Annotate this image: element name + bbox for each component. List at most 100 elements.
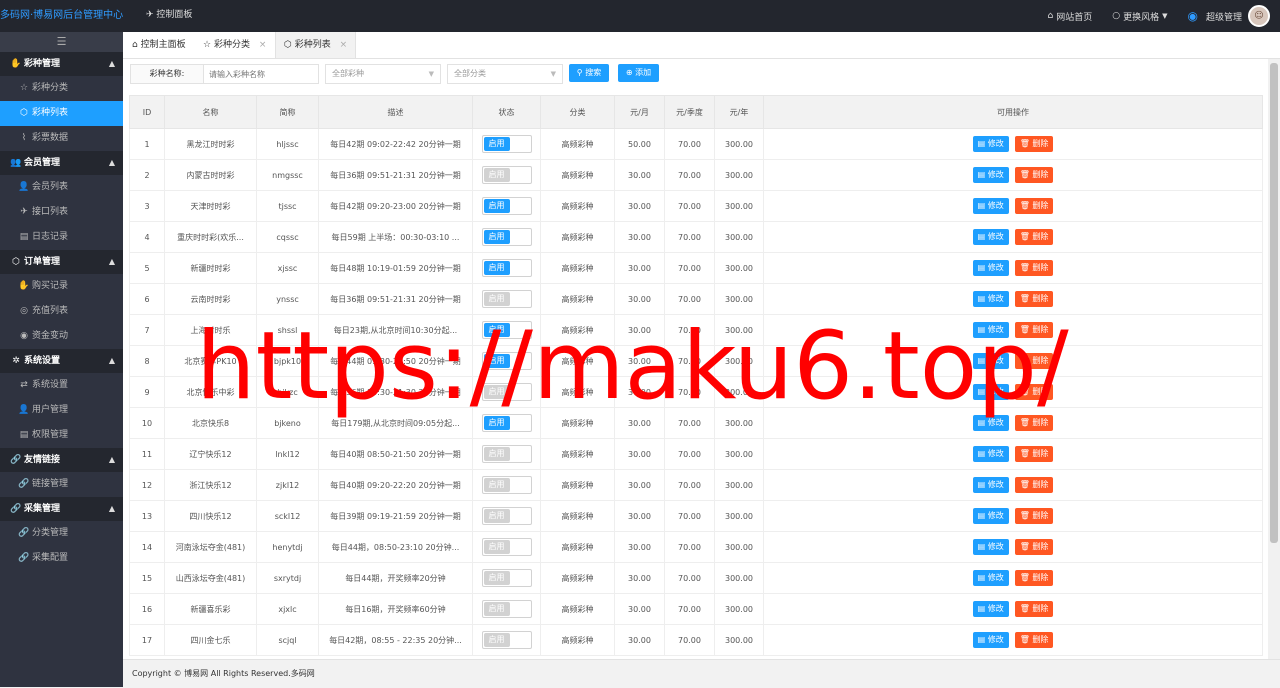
status-toggle[interactable]: 启用 — [482, 259, 532, 277]
cell-name: 河南泳坛夺金(481) — [165, 532, 257, 563]
sidebar-group-links[interactable]: 🔗友情链接▲ — [0, 448, 123, 472]
status-toggle[interactable]: 启用 — [482, 476, 532, 494]
sidebar-item-user-management[interactable]: 👤用户管理 — [0, 398, 123, 423]
status-toggle[interactable]: 启用 — [482, 538, 532, 556]
sidebar-item-lottery-category[interactable]: ☆彩种分类 — [0, 76, 123, 101]
sidebar-item-lottery-list[interactable]: ⬡彩种列表 — [0, 101, 123, 126]
sidebar-item-logs[interactable]: ▤日志记录 — [0, 225, 123, 250]
control-panel-link[interactable]: ✈ 控制面板 — [146, 0, 192, 32]
col-header[interactable]: 分类 — [541, 96, 615, 129]
sidebar-group-collect[interactable]: 🔗采集管理▲ — [0, 497, 123, 521]
sidebar-item-lottery-data[interactable]: ⌇彩票数据 — [0, 126, 123, 151]
add-button[interactable]: ⊕ 添加 — [618, 64, 659, 82]
status-toggle[interactable]: 启用 — [482, 445, 532, 463]
status-toggle[interactable]: 启用 — [482, 290, 532, 308]
sidebar-item-member-list[interactable]: 👤会员列表 — [0, 175, 123, 200]
delete-label: 删除 — [1032, 201, 1048, 210]
edit-button[interactable]: ▤ 修改 — [973, 260, 1009, 276]
sidebar-item-fund-changes[interactable]: ◉资金变动 — [0, 324, 123, 349]
col-header[interactable]: 元/季度 — [665, 96, 715, 129]
status-toggle[interactable]: 启用 — [482, 631, 532, 649]
edit-button[interactable]: ▤ 修改 — [973, 136, 1009, 152]
edit-button[interactable]: ▤ 修改 — [973, 601, 1009, 617]
col-header[interactable]: 元/年 — [715, 96, 764, 129]
sidebar-group-lottery[interactable]: ✋彩种管理▲ — [0, 52, 123, 76]
lottery-select[interactable]: 全部彩种 ▼ — [325, 64, 441, 84]
avatar[interactable]: ☺ — [1248, 5, 1270, 27]
status-toggle[interactable]: 启用 — [482, 135, 532, 153]
col-header[interactable]: 描述 — [319, 96, 473, 129]
search-button[interactable]: ⚲ 搜索 — [569, 64, 609, 82]
close-icon[interactable]: × — [340, 40, 348, 50]
edit-button[interactable]: ▤ 修改 — [973, 508, 1009, 524]
tab-lottery-list[interactable]: ⬡ 彩种列表 × — [275, 32, 356, 58]
status-toggle[interactable]: 启用 — [482, 569, 532, 587]
status-toggle[interactable]: 启用 — [482, 166, 532, 184]
lottery-name-input[interactable] — [203, 64, 319, 84]
delete-button[interactable]: 🗑 删除 — [1015, 229, 1054, 245]
edit-button[interactable]: ▤ 修改 — [973, 291, 1009, 307]
status-toggle[interactable]: 启用 — [482, 507, 532, 525]
sidebar-item-purchase-records[interactable]: ✋购买记录 — [0, 274, 123, 299]
edit-button[interactable]: ▤ 修改 — [973, 446, 1009, 462]
edit-button[interactable]: ▤ 修改 — [973, 570, 1009, 586]
user-menu[interactable]: ◉ 超级管理 ☺ — [1188, 5, 1277, 27]
cell-status: 启用 — [473, 284, 541, 315]
delete-button[interactable]: 🗑 删除 — [1015, 632, 1054, 648]
edit-button[interactable]: ▤ 修改 — [973, 477, 1009, 493]
delete-button[interactable]: 🗑 删除 — [1015, 167, 1054, 183]
website-home-link[interactable]: ⌂ 网站首页 — [1048, 10, 1093, 23]
sidebar-item-api-list[interactable]: ✈接口列表 — [0, 200, 123, 225]
edit-button[interactable]: ▤ 修改 — [973, 229, 1009, 245]
sidebar-group-system[interactable]: ✲系统设置▲ — [0, 349, 123, 373]
col-header[interactable]: 状态 — [473, 96, 541, 129]
col-header[interactable]: 可用操作 — [764, 96, 1263, 129]
sidebar-item-recharge-list[interactable]: ◎充值列表 — [0, 299, 123, 324]
col-header[interactable]: ID — [130, 96, 165, 129]
edit-button[interactable]: ▤ 修改 — [973, 632, 1009, 648]
edit-button[interactable]: ▤ 修改 — [973, 167, 1009, 183]
delete-button[interactable]: 🗑 删除 — [1015, 570, 1054, 586]
cell-month: 50.00 — [615, 129, 665, 160]
delete-button[interactable]: 🗑 删除 — [1015, 136, 1054, 152]
vertical-scrollbar[interactable] — [1268, 59, 1280, 659]
sidebar-group-members[interactable]: 👥会员管理▲ — [0, 151, 123, 175]
edit-button[interactable]: ▤ 修改 — [973, 198, 1009, 214]
edit-icon: ▤ — [978, 542, 988, 551]
close-icon[interactable]: × — [259, 40, 267, 50]
delete-button[interactable]: 🗑 删除 — [1015, 446, 1054, 462]
delete-button[interactable]: 🗑 删除 — [1015, 198, 1054, 214]
category-select[interactable]: 全部分类 ▼ — [447, 64, 563, 84]
delete-button[interactable]: 🗑 删除 — [1015, 291, 1054, 307]
brand-title[interactable]: 多码网·博易网后台管理中心 — [0, 0, 123, 32]
cell-quarter: 70.00 — [665, 253, 715, 284]
star-icon: ☆ — [18, 76, 30, 101]
edit-button[interactable]: ▤ 修改 — [973, 539, 1009, 555]
delete-button[interactable]: 🗑 删除 — [1015, 539, 1054, 555]
sidebar-item-category-management[interactable]: 🔗分类管理 — [0, 521, 123, 546]
status-toggle-label: 启用 — [484, 509, 510, 523]
delete-button[interactable]: 🗑 删除 — [1015, 601, 1054, 617]
sidebar-item-link-management[interactable]: 🔗链接管理 — [0, 472, 123, 497]
scrollbar-thumb[interactable] — [1270, 63, 1278, 543]
sidebar-group-orders[interactable]: ⬡订单管理▲ — [0, 250, 123, 274]
delete-button[interactable]: 🗑 删除 — [1015, 477, 1054, 493]
col-header[interactable]: 元/月 — [615, 96, 665, 129]
status-toggle[interactable]: 启用 — [482, 228, 532, 246]
status-toggle[interactable]: 启用 — [482, 197, 532, 215]
sidebar-item-system-settings[interactable]: ⇄系统设置 — [0, 373, 123, 398]
cell-name: 重庆时时彩(欢乐... — [165, 222, 257, 253]
tab-dashboard[interactable]: ⌂ 控制主面板 — [132, 32, 186, 58]
col-header[interactable]: 简称 — [257, 96, 319, 129]
col-header[interactable]: 名称 — [165, 96, 257, 129]
status-toggle[interactable]: 启用 — [482, 600, 532, 618]
delete-button[interactable]: 🗑 删除 — [1015, 508, 1054, 524]
top-bar: 多码网·博易网后台管理中心 ✈ 控制面板 ⌂ 网站首页 ○ 更换风格 ▼ ◉ 超… — [0, 0, 1280, 32]
tab-lottery-category[interactable]: ☆ 彩种分类 × — [203, 32, 266, 58]
menu-toggle-icon[interactable]: ☰ — [0, 32, 123, 52]
change-style-dropdown[interactable]: ○ 更换风格 ▼ — [1112, 10, 1167, 23]
sidebar-item-collect-config[interactable]: 🔗采集配置 — [0, 546, 123, 571]
delete-button[interactable]: 🗑 删除 — [1015, 260, 1054, 276]
sidebar-item-permissions[interactable]: ▤权限管理 — [0, 423, 123, 448]
cell-quarter: 70.00 — [665, 594, 715, 625]
